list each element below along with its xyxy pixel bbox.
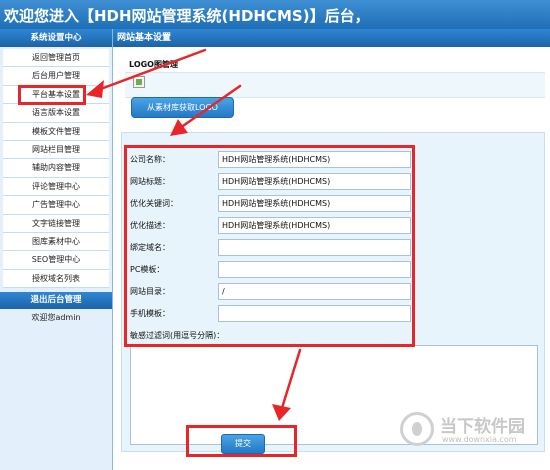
sidebar-item-text-links[interactable]: 文字链接管理 (3, 214, 109, 233)
annotation-box-sidebar (18, 85, 86, 105)
get-logo-button[interactable]: 从素材库获取LOGO (131, 97, 234, 118)
sidebar-item-users[interactable]: 后台用户管理 (3, 67, 109, 86)
watermark-url: www.downxia.com (442, 435, 517, 444)
annotation-box-form (124, 145, 415, 347)
sidebar-item-domains[interactable]: 授权域名列表 (3, 269, 109, 289)
sidebar-item-seo[interactable]: SEO管理中心 (3, 251, 109, 270)
logo-section-title: LOGO图管理 (129, 60, 178, 69)
sidebar-item-home[interactable]: 返回管理首页 (3, 49, 109, 68)
broken-image-icon (133, 76, 145, 88)
sidebar-heading: 系统设置中心 (0, 29, 112, 47)
sidebar-item-columns[interactable]: 网站栏目管理 (3, 140, 109, 160)
welcome-text: 欢迎您admin (31, 313, 81, 323)
watermark-text: 当下软件园 (440, 417, 525, 437)
header-bar: 欢迎您进入【HDH网站管理系统(HDHCMS)】后台， (0, 0, 550, 29)
sidebar-menu: 返回管理首页 后台用户管理 平台基本设置 语言版本设置 模板文件管理 网站栏目管… (0, 47, 112, 289)
watermark-logo-icon (400, 412, 434, 446)
page-title: 网站基本设置 (113, 29, 550, 47)
sidebar-item-comments[interactable]: 评论管理中心 (3, 177, 109, 197)
annotation-box-submit (186, 425, 297, 457)
app-root: 欢迎您进入【HDH网站管理系统(HDHCMS)】后台， 系统设置中心 返回管理首… (0, 0, 550, 470)
logo-preview-strip (125, 72, 545, 98)
logout-button[interactable]: 退出后台管理 (0, 292, 112, 310)
sidebar-item-ads[interactable]: 广告管理中心 (3, 196, 109, 215)
sidebar-item-media-library[interactable]: 图库素材中心 (3, 232, 109, 252)
sidebar-item-language[interactable]: 语言版本设置 (3, 104, 109, 123)
header-title: 欢迎您进入【HDH网站管理系统(HDHCMS)】后台， (4, 7, 370, 25)
watermark: 当下软件园 www.downxia.com (400, 408, 545, 458)
sidebar-item-templates[interactable]: 模板文件管理 (3, 122, 109, 141)
sidebar-item-aux-content[interactable]: 辅助内容管理 (3, 159, 109, 178)
